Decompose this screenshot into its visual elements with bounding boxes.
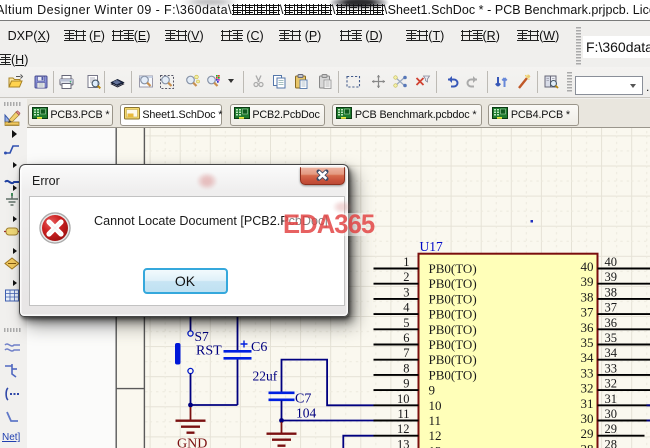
svg-text:33: 33 [580, 365, 593, 380]
svg-text:34: 34 [580, 350, 594, 365]
svg-text:37: 37 [580, 305, 594, 320]
svg-text:35: 35 [580, 335, 593, 350]
svg-text:31: 31 [580, 396, 593, 411]
svg-text:37: 37 [604, 301, 617, 315]
svg-text:PB0(TO): PB0(TO) [428, 337, 476, 352]
svg-text:39: 39 [604, 270, 617, 284]
svg-text:28: 28 [580, 441, 593, 448]
svg-text:U17: U17 [419, 239, 442, 254]
svg-text:32: 32 [580, 381, 593, 396]
svg-text:C7: C7 [295, 392, 311, 407]
svg-text:5: 5 [403, 316, 409, 330]
svg-text:29: 29 [604, 422, 617, 436]
svg-text:PB0(TO): PB0(TO) [428, 307, 476, 322]
svg-text:36: 36 [604, 316, 617, 330]
svg-text:33: 33 [604, 361, 617, 375]
svg-text:13: 13 [397, 437, 410, 448]
svg-text:40: 40 [580, 259, 593, 274]
svg-text:GND: GND [177, 437, 207, 448]
svg-text:38: 38 [580, 289, 593, 304]
svg-text:7: 7 [403, 346, 409, 360]
svg-text:30: 30 [580, 411, 593, 426]
svg-text:38: 38 [604, 285, 617, 299]
svg-text:29: 29 [580, 426, 593, 441]
svg-text:8: 8 [403, 361, 409, 375]
svg-text:6: 6 [403, 331, 409, 345]
svg-text:28: 28 [604, 437, 617, 448]
svg-text:2: 2 [403, 270, 409, 284]
svg-text:32: 32 [604, 377, 617, 391]
svg-text:12: 12 [428, 428, 441, 443]
svg-text:3: 3 [403, 285, 409, 299]
svg-text:PB0(TO): PB0(TO) [428, 322, 476, 337]
svg-text:11: 11 [397, 407, 409, 421]
svg-text:PB0(TO): PB0(TO) [428, 261, 476, 276]
svg-text:40: 40 [604, 255, 617, 269]
svg-text:PB0(TO): PB0(TO) [428, 276, 476, 291]
svg-text:13: 13 [428, 443, 441, 448]
svg-text:RST: RST [196, 344, 222, 359]
svg-text:S7: S7 [194, 329, 209, 344]
svg-text:34: 34 [604, 346, 617, 360]
svg-text:12: 12 [397, 422, 410, 436]
svg-text:PB0(TO): PB0(TO) [428, 291, 476, 306]
svg-text:C6: C6 [251, 340, 267, 355]
svg-text:9: 9 [403, 377, 409, 391]
svg-text:39: 39 [580, 274, 593, 289]
svg-text:104: 104 [296, 406, 317, 421]
svg-text:PB0(TO): PB0(TO) [428, 352, 476, 367]
svg-text:31: 31 [604, 392, 617, 406]
svg-text:PB0(TO): PB0(TO) [428, 367, 476, 382]
svg-text:10: 10 [397, 392, 410, 406]
svg-text:35: 35 [604, 331, 617, 345]
svg-text:36: 36 [580, 320, 594, 335]
svg-text:11: 11 [428, 413, 441, 428]
svg-text:10: 10 [428, 398, 441, 413]
svg-text:9: 9 [428, 383, 435, 398]
svg-text:22uf: 22uf [252, 369, 277, 384]
svg-text:30: 30 [604, 407, 617, 421]
svg-text:4: 4 [403, 301, 410, 315]
svg-text:1: 1 [403, 255, 409, 269]
